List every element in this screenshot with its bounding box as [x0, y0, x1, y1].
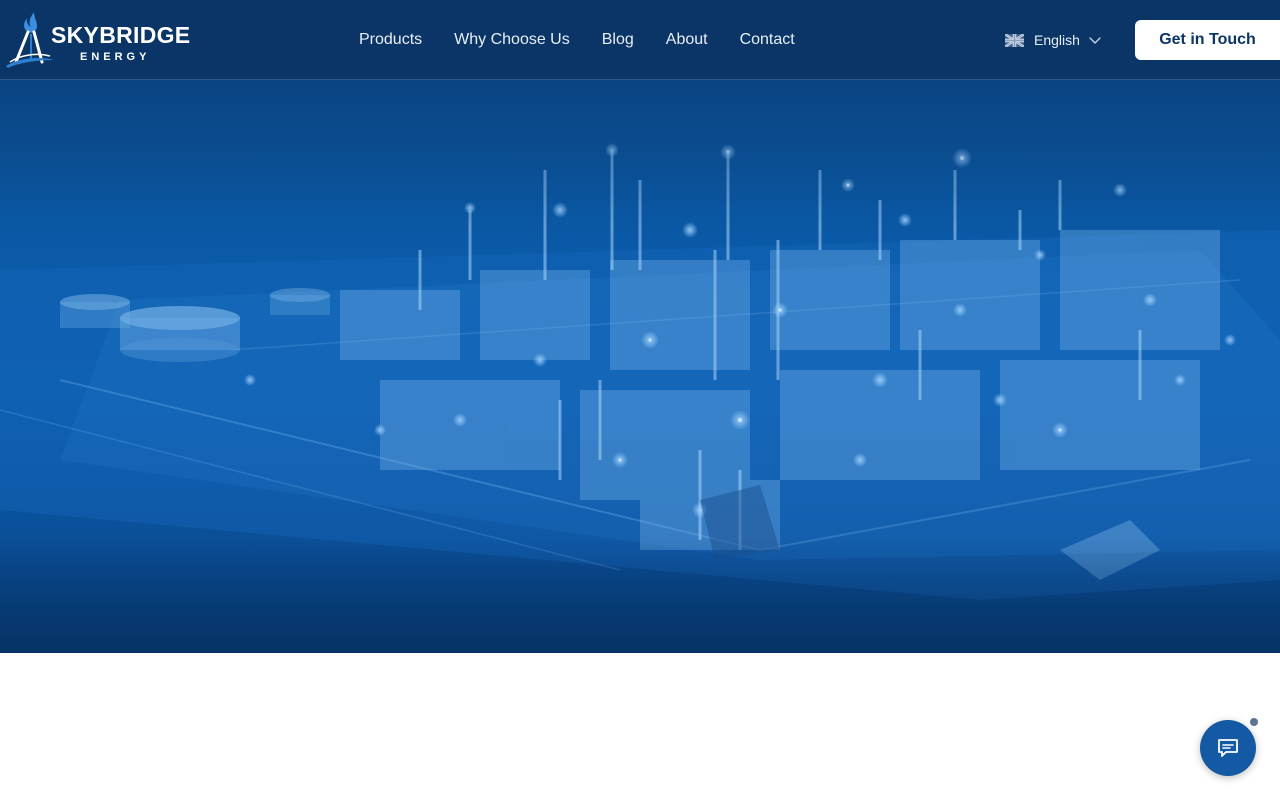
- chat-widget-button[interactable]: [1200, 720, 1256, 776]
- nav-link-why-choose-us[interactable]: Why Choose Us: [438, 31, 586, 49]
- hero-background-image: [0, 80, 1280, 653]
- nav-link-products[interactable]: Products: [343, 31, 438, 49]
- language-selector[interactable]: English: [1005, 28, 1102, 52]
- uk-flag-icon: [1005, 33, 1024, 47]
- nav-link-about[interactable]: About: [650, 31, 724, 49]
- chevron-down-icon: [1089, 37, 1101, 44]
- nav-link-blog[interactable]: Blog: [586, 31, 650, 49]
- chat-status-dot: [1250, 718, 1258, 726]
- brand-logo[interactable]: SKYBRIDGE ENERGY: [4, 10, 190, 70]
- chat-bubble-icon: [1218, 739, 1238, 757]
- logo-flame-icon: [6, 12, 54, 68]
- hero-banner: [0, 80, 1280, 653]
- get-in-touch-button[interactable]: Get in Touch: [1135, 20, 1280, 60]
- page: SKYBRIDGE ENERGY Products Why Choose Us …: [0, 0, 1280, 800]
- logo-wordmark: SKYBRIDGE: [51, 22, 191, 48]
- site-header: SKYBRIDGE ENERGY Products Why Choose Us …: [0, 0, 1280, 80]
- logo-tagline: ENERGY: [80, 51, 151, 63]
- main-nav: Products Why Choose Us Blog About Contac…: [343, 0, 811, 80]
- language-label: English: [1034, 32, 1080, 48]
- nav-link-contact[interactable]: Contact: [724, 31, 811, 49]
